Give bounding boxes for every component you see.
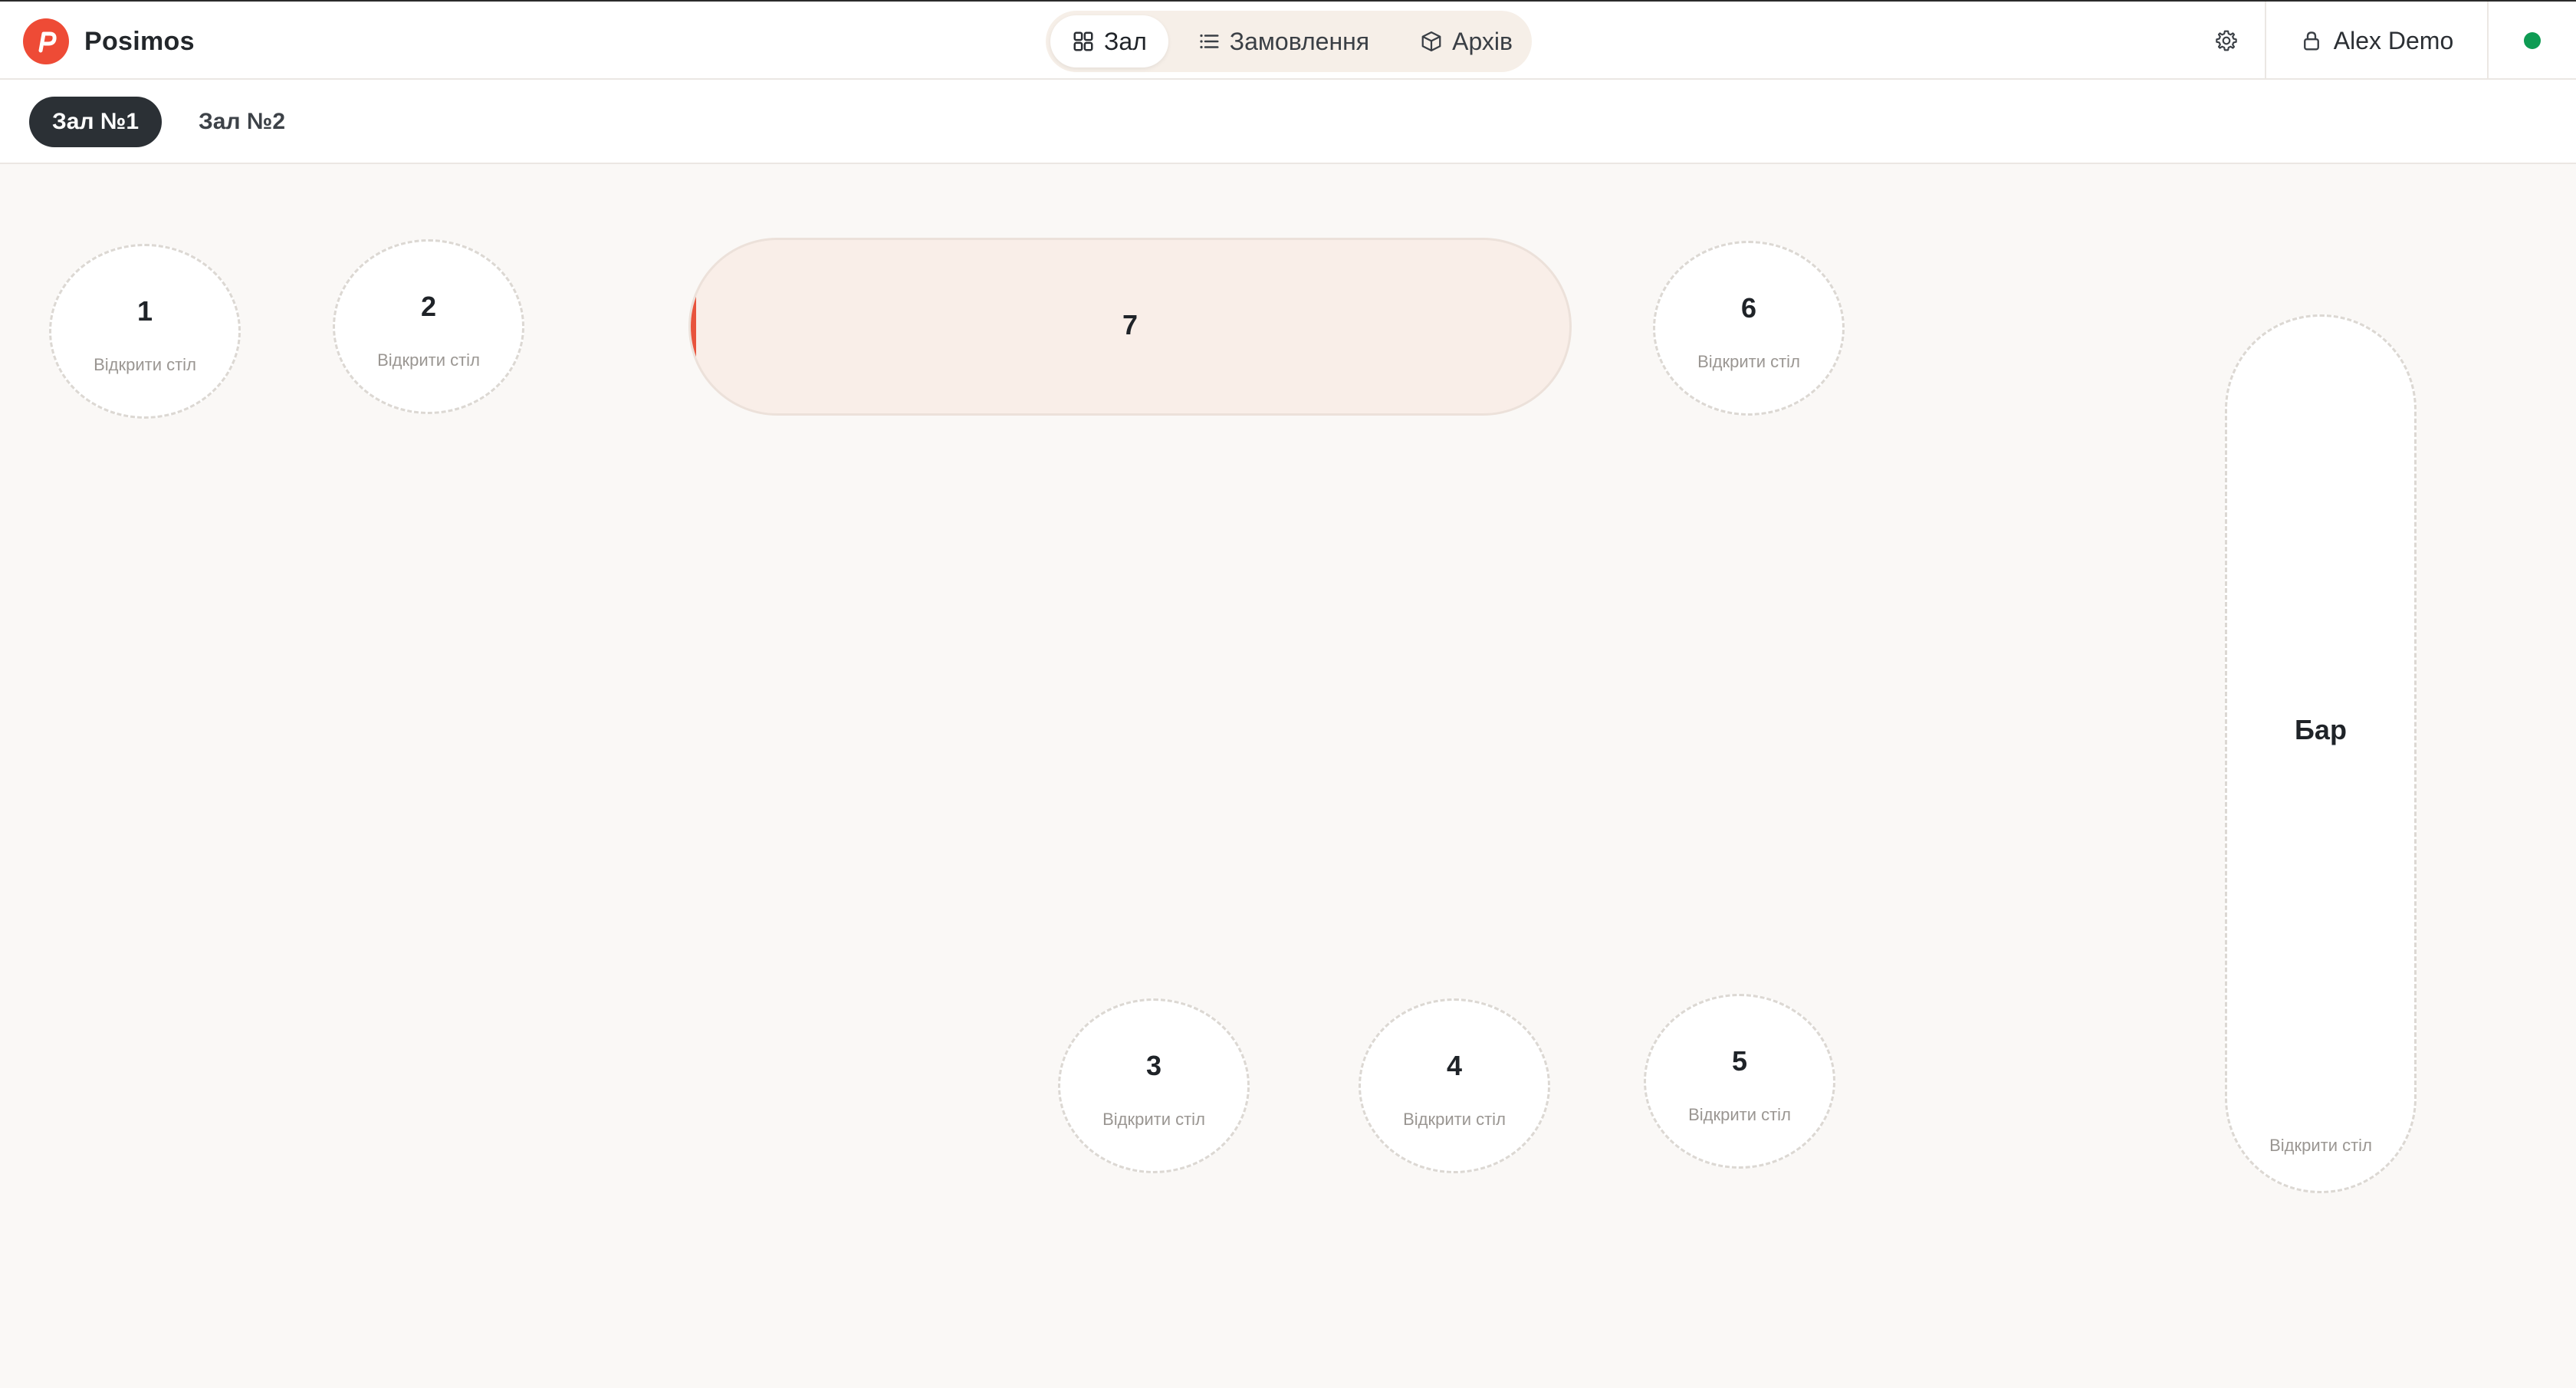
open-table-hint: Відкрити стіл [1688, 1105, 1791, 1124]
hall-tab-1[interactable]: Зал №1 [29, 97, 162, 147]
connection-status [2489, 2, 2576, 80]
floor-plan: 1 Відкрити стіл 2 Відкрити стіл 7 6 Відк… [0, 164, 2576, 1388]
list-icon [1200, 34, 1219, 49]
open-table-hint: Відкрити стіл [2269, 1136, 2372, 1155]
hall-tabs: Зал №1 Зал №2 [29, 97, 308, 147]
table-2[interactable]: 2 Відкрити стіл [333, 239, 524, 414]
table-number: 7 [1122, 309, 1138, 340]
top-bar: Posimos Зал Замовлення Архів Alex Demo [0, 0, 2576, 80]
open-table-hint: Відкрити стіл [1102, 1110, 1205, 1129]
open-table-hint: Відкрити стіл [1403, 1110, 1506, 1129]
user-menu[interactable]: Alex Demo [2265, 2, 2489, 80]
table-3[interactable]: 3 Відкрити стіл [1058, 998, 1250, 1173]
tab-orders[interactable]: Замовлення [1176, 15, 1391, 67]
open-table-hint: Відкрити стіл [377, 350, 480, 370]
table-1[interactable]: 1 Відкрити стіл [49, 244, 241, 419]
tab-archive-label: Архів [1452, 27, 1513, 55]
tab-archive[interactable]: Архів [1398, 15, 1534, 67]
table-number: 4 [1446, 1050, 1463, 1081]
header-tools: Alex Demo [2188, 2, 2576, 80]
logo [23, 18, 69, 64]
box-icon [1421, 31, 1441, 51]
open-table-hint: Відкрити стіл [94, 355, 196, 374]
table-number: 2 [420, 291, 437, 322]
gear-icon [2216, 30, 2237, 51]
user-name: Alex Demo [2333, 26, 2454, 54]
brand[interactable]: Posimos [23, 18, 195, 64]
table-number: 1 [136, 295, 153, 327]
open-table-hint: Відкрити стіл [1697, 352, 1800, 371]
tab-hall-label: Зал [1104, 27, 1147, 55]
lock-icon [2303, 31, 2319, 51]
grid-icon [1073, 31, 1093, 51]
table-number: 6 [1740, 292, 1757, 324]
table-number: Бар [2295, 714, 2347, 745]
settings-button[interactable] [2188, 2, 2265, 80]
table-number: 5 [1731, 1045, 1748, 1077]
table-5[interactable]: 5 Відкрити стіл [1644, 994, 1835, 1169]
table-7[interactable]: 7 [688, 238, 1572, 416]
tab-hall[interactable]: Зал [1050, 15, 1168, 67]
table-4[interactable]: 4 Відкрити стіл [1359, 998, 1550, 1173]
hall-tab-2[interactable]: Зал №2 [176, 97, 308, 147]
table-6[interactable]: 6 Відкрити стіл [1653, 241, 1845, 416]
main-nav: Зал Замовлення Архів [1046, 11, 1532, 72]
logo-p-icon [38, 31, 57, 53]
tab-orders-label: Замовлення [1229, 27, 1370, 55]
table-bar[interactable]: Бар Відкрити стіл [2225, 314, 2417, 1193]
online-status-dot [2524, 32, 2541, 49]
app-name: Posimos [84, 26, 195, 56]
table-number: 3 [1145, 1050, 1162, 1081]
hall-selector-bar: Зал №1 Зал №2 [0, 80, 2576, 164]
